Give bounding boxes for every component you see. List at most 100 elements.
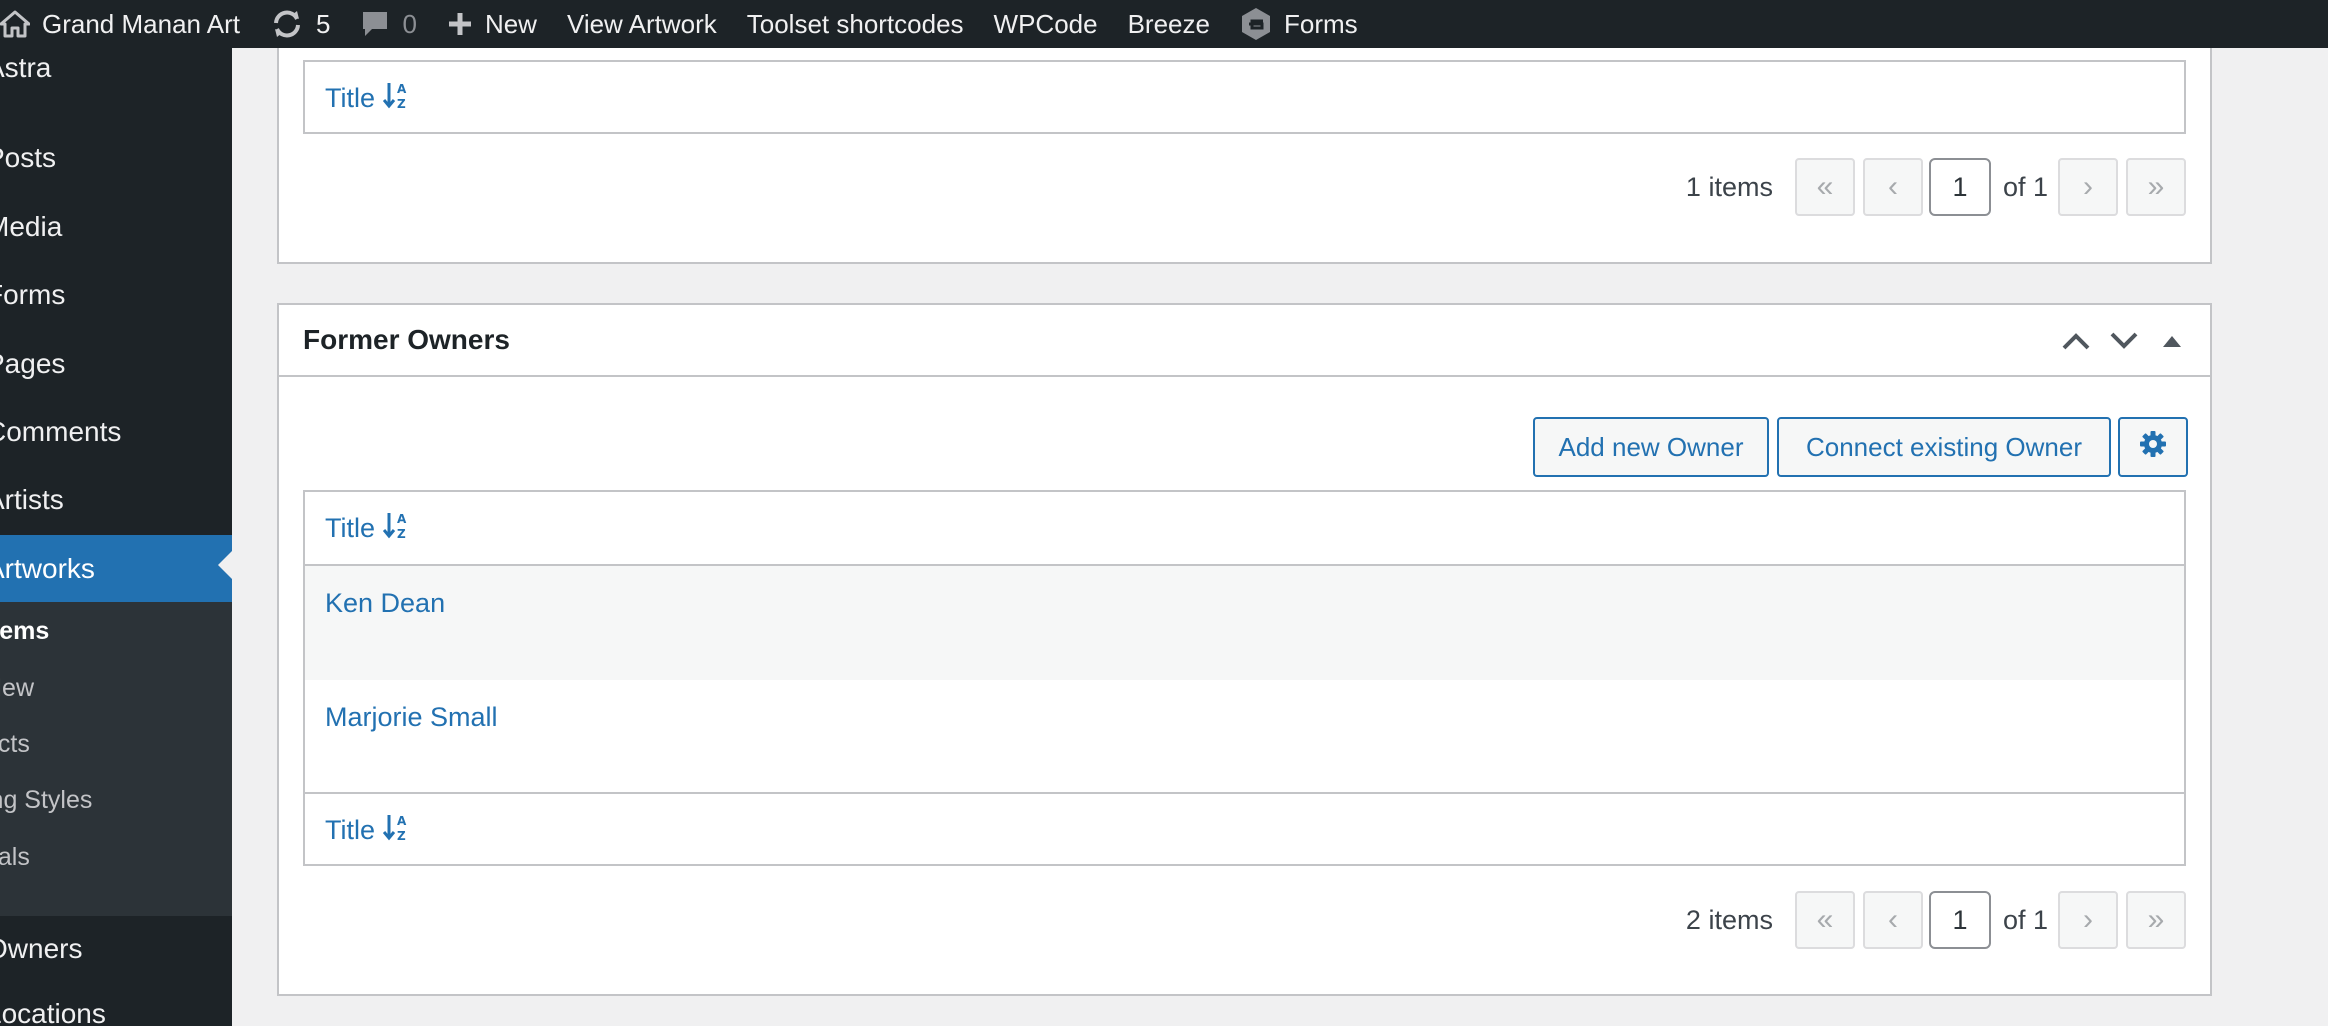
connect-existing-owner-label: Connect existing Owner (1805, 431, 2083, 462)
owner-link-ken-dean[interactable]: Ken Dean (325, 588, 445, 618)
breeze-link[interactable]: Breeze (1128, 0, 1210, 48)
top-items-count: 1 items (1685, 171, 1773, 202)
total-pages: of 1 (2002, 904, 2048, 935)
menu-artworks[interactable]: Artworks (0, 535, 232, 603)
breeze-label: Breeze (1127, 8, 1210, 39)
top-current-page-input[interactable]: 1 (1928, 158, 1991, 216)
view-artwork-label: View Artwork (566, 8, 717, 39)
menu-astra[interactable]: Astra (0, 48, 232, 98)
menu-forms-label: Forms (0, 279, 66, 310)
former-owners-table: Title AZ Ken Dean Marjorie Small Title A… (303, 490, 2186, 866)
connect-existing-owner-button[interactable]: Connect existing Owner (1777, 417, 2111, 477)
sort-alpha-icon: AZ (382, 81, 411, 116)
title-sort-link[interactable]: Title AZ (325, 511, 411, 546)
footer-title-sort-link[interactable]: Title AZ (325, 813, 411, 848)
updates-link[interactable]: 5 (270, 0, 330, 48)
svg-text:Z: Z (397, 829, 406, 841)
top-title-sort-link[interactable]: Title AZ (325, 81, 411, 116)
submenu-painting-styles-label: ing Styles (0, 786, 93, 814)
top-pagination: 1 items « ‹ 1 of 1 › » (1686, 158, 2186, 216)
first-page-button[interactable]: « (1794, 891, 1855, 949)
site-name-link[interactable]: Grand Manan Art (0, 0, 240, 48)
top-prev-page-button[interactable]: ‹ (1862, 158, 1923, 216)
menu-pages[interactable]: Pages (0, 334, 232, 394)
title-sort-label: Title (325, 512, 376, 543)
menu-media-label: Media (0, 211, 63, 242)
admin-bar: Grand Manan Art 5 0 New View Artwork Too… (0, 0, 2328, 48)
svg-text:A: A (397, 814, 407, 828)
top-table: Title AZ (303, 60, 2186, 134)
box-controls (2052, 319, 2196, 363)
submenu-add-new-label: New (0, 674, 35, 702)
new-content-link[interactable]: New (447, 0, 537, 48)
menu-media[interactable]: Media (0, 197, 232, 257)
settings-button[interactable] (2118, 417, 2188, 477)
menu-owners-label: Owners (0, 933, 83, 964)
move-down-icon[interactable] (2100, 319, 2148, 363)
top-title-sort-label: Title (325, 82, 376, 113)
wpcode-link[interactable]: WPCode (994, 0, 1098, 48)
table-footer-row: Title AZ (305, 794, 2184, 866)
menu-posts-label: Posts (0, 142, 57, 173)
collapse-toggle-icon[interactable] (2148, 319, 2196, 363)
home-icon (0, 10, 30, 38)
toolset-shortcodes-label: Toolset shortcodes (746, 8, 964, 39)
plus-icon (447, 11, 473, 37)
former-owners-title: Former Owners (303, 324, 510, 355)
menu-astra-label: Astra (0, 52, 52, 83)
menu-comments[interactable]: Comments (0, 402, 232, 462)
next-page-button[interactable]: › (2058, 891, 2118, 949)
submenu-add-new[interactable]: New (0, 674, 34, 703)
svg-text:Z: Z (397, 97, 406, 109)
submenu-all-items-label: Items (0, 617, 50, 645)
former-owners-pagination: 2 items « ‹ 1 of 1 › » (1686, 891, 2186, 949)
footer-title-sort-label: Title (325, 814, 376, 845)
new-label: New (484, 8, 537, 39)
menu-pages-label: Pages (0, 348, 66, 379)
submenu-painting-styles[interactable]: ing Styles (0, 786, 92, 815)
menu-locations[interactable]: Locations (0, 984, 232, 1026)
sort-alpha-icon: AZ (382, 511, 411, 546)
gear-icon (2139, 430, 2167, 465)
updates-icon (270, 9, 304, 39)
submenu-subjects-label: ects (0, 730, 30, 758)
gravity-forms-icon (1240, 7, 1272, 41)
top-last-page-button[interactable]: » (2126, 158, 2186, 216)
menu-posts[interactable]: Posts (0, 128, 232, 188)
forms-link[interactable]: Forms (1240, 0, 1358, 48)
menu-forms[interactable]: Forms (0, 265, 232, 325)
sort-alpha-icon: AZ (382, 813, 411, 848)
relationship-box-top: Title AZ 1 items « ‹ 1 of 1 › » (277, 30, 2212, 264)
current-page-input[interactable]: 1 (1928, 891, 1991, 949)
toolset-shortcodes-link[interactable]: Toolset shortcodes (747, 0, 964, 48)
comments-link[interactable]: 0 (360, 0, 417, 48)
top-table-footer-row: Title AZ (305, 62, 2184, 134)
prev-page-button[interactable]: ‹ (1862, 891, 1923, 949)
menu-comments-label: Comments (0, 416, 122, 447)
former-owners-header: Former Owners (279, 305, 2210, 377)
last-page-button[interactable]: » (2126, 891, 2186, 949)
submenu-materials-label: rials (0, 843, 30, 871)
move-up-icon[interactable] (2052, 319, 2100, 363)
artworks-submenu: Items New ects ing Styles rials (0, 602, 232, 916)
svg-text:A: A (397, 512, 407, 526)
top-next-page-button[interactable]: › (2058, 158, 2118, 216)
menu-artists[interactable]: Artists (0, 470, 232, 530)
items-count: 2 items (1685, 904, 1773, 935)
admin-sidebar: Astra Posts Media Forms Pages Comments A… (0, 48, 232, 1026)
menu-locations-label: Locations (0, 998, 106, 1026)
menu-owners[interactable]: Owners (0, 919, 232, 979)
add-new-owner-label: Add new Owner (1558, 431, 1744, 462)
owner-link-marjorie-small[interactable]: Marjorie Small (325, 702, 498, 732)
submenu-all-items[interactable]: Items (0, 617, 49, 646)
submenu-subjects[interactable]: ects (0, 730, 30, 759)
comments-count: 0 (402, 8, 417, 39)
submenu-materials[interactable]: rials (0, 843, 30, 872)
view-artwork-link[interactable]: View Artwork (567, 0, 717, 48)
site-name-label: Grand Manan Art (42, 8, 240, 39)
former-owners-box: Former Owners Add new Owner Connect exis… (277, 303, 2212, 996)
add-new-owner-button[interactable]: Add new Owner (1533, 417, 1769, 477)
forms-label: Forms (1283, 8, 1358, 39)
wpcode-label: WPCode (993, 8, 1098, 39)
top-first-page-button[interactable]: « (1794, 158, 1855, 216)
